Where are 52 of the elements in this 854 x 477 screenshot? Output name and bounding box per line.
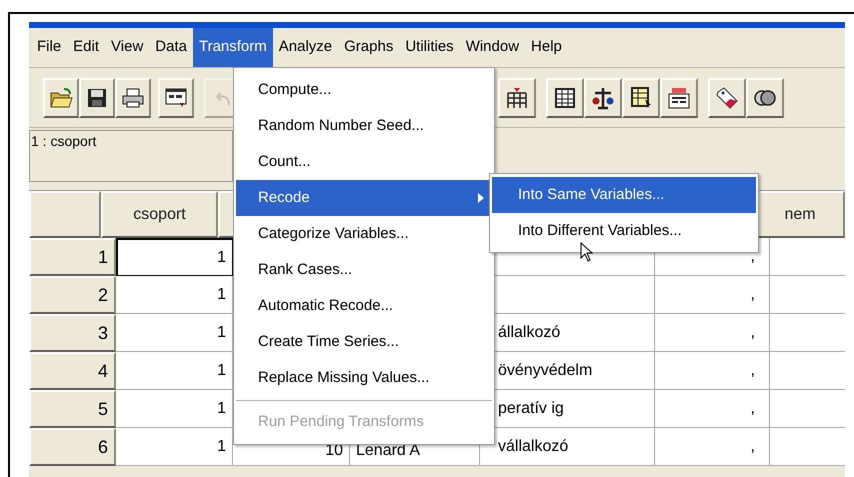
toolbar-button[interactable] (622, 78, 660, 118)
table-cell: , (655, 276, 770, 314)
menu-option[interactable]: Categorize Variables... (236, 216, 492, 252)
toolbar-button[interactable] (158, 78, 194, 118)
menu-item[interactable]: Edit (67, 28, 106, 67)
menu-item[interactable]: File (31, 28, 68, 67)
balance-scale-icon (591, 86, 615, 110)
menu-option[interactable]: Count... (236, 144, 492, 180)
row-header[interactable]: 1 (29, 238, 116, 276)
row-header[interactable]: 4 (29, 352, 116, 390)
menu-option[interactable]: Random Number Seed... (236, 108, 492, 144)
table-cell: , (655, 428, 770, 466)
toolbar-button[interactable] (746, 78, 784, 118)
row-header[interactable]: 5 (29, 390, 116, 428)
menu-item[interactable]: Utilities (399, 28, 460, 67)
table-cell: 1 (116, 428, 233, 466)
row-header[interactable]: 3 (29, 314, 116, 352)
toolbar-button[interactable] (546, 78, 584, 118)
labeled-grid-icon (667, 86, 691, 110)
menu-option[interactable]: Compute... (236, 72, 492, 108)
toolbar-button[interactable] (498, 78, 536, 118)
menu-item[interactable]: Data (149, 28, 193, 67)
menu-item[interactable]: Analyze (272, 28, 338, 67)
menu-option[interactable]: Into Same Variables... (492, 177, 756, 213)
column-header[interactable]: csoport (101, 191, 218, 238)
table-cell: , (655, 314, 770, 352)
toolbar-button[interactable] (660, 78, 698, 118)
menu-option[interactable]: Recode (236, 180, 492, 216)
menu-option[interactable]: Rank Cases... (236, 252, 492, 288)
menu-item[interactable]: Window (460, 28, 526, 67)
submenu-arrow-icon (478, 193, 484, 203)
cell-name-box: 1 : csoport (29, 130, 233, 182)
toolbar-button[interactable] (584, 78, 622, 118)
toolbar-button[interactable] (115, 78, 151, 118)
open-folder-icon (49, 86, 73, 108)
printer-icon (121, 86, 145, 108)
table-cell: , (655, 352, 770, 390)
toolbar-button[interactable] (708, 78, 746, 118)
dialog-window-icon (164, 86, 188, 108)
row-header[interactable]: 6 (29, 428, 116, 466)
menu-item[interactable]: Transform (192, 28, 273, 67)
menu-item[interactable]: Graphs (338, 28, 400, 67)
grid-table-icon (554, 86, 576, 108)
table-cursor-icon (629, 86, 653, 110)
tag-icon (715, 86, 739, 110)
toolbar-button[interactable] (43, 78, 79, 118)
table-marker-icon (505, 86, 529, 110)
table-cell: , (655, 390, 770, 428)
row-header[interactable]: 2 (29, 276, 116, 314)
menu-item[interactable]: Help (525, 28, 568, 67)
toolbar-button[interactable] (79, 78, 115, 118)
menu-item[interactable]: View (105, 28, 150, 67)
